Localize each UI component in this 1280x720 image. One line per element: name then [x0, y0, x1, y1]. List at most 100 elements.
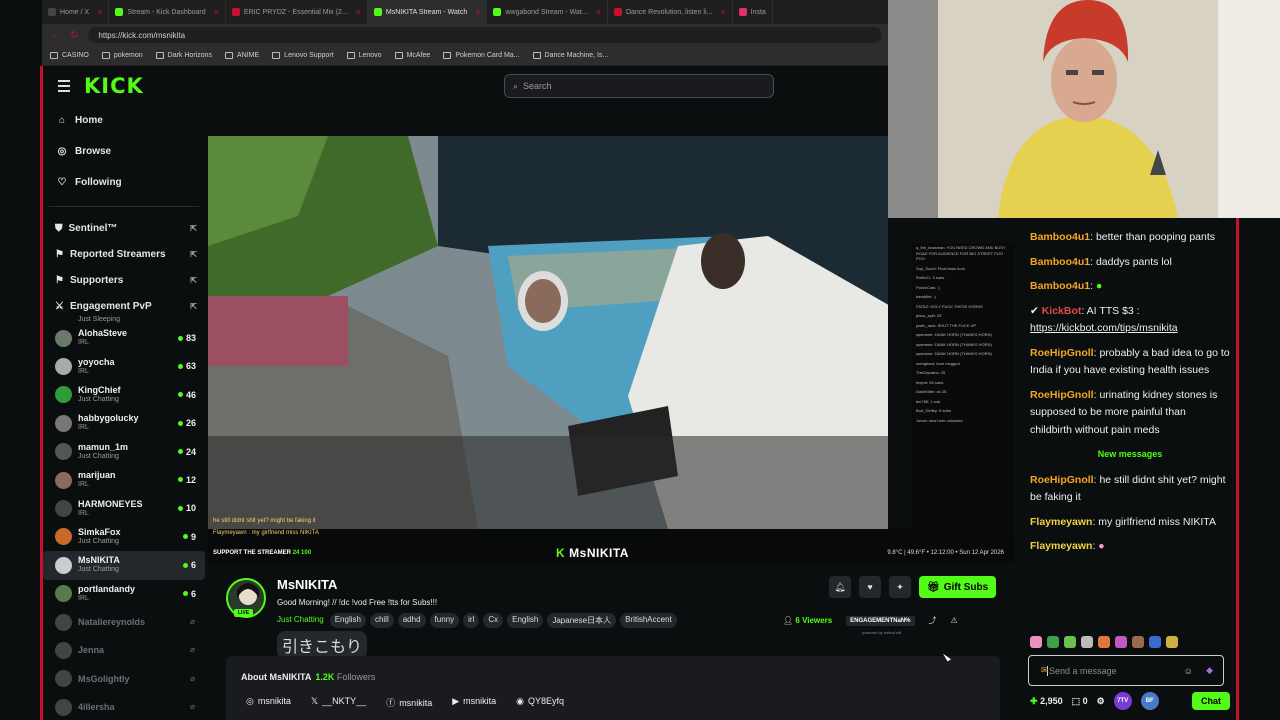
sidebar-section[interactable]: ⚑ Supporters ⇱	[43, 267, 205, 293]
sidebar-streamer[interactable]: Nataliereynolds ⌀	[43, 608, 205, 636]
kick-emote-icon[interactable]: ◆	[1206, 665, 1213, 676]
reload-icon[interactable]: ↻	[70, 30, 78, 41]
stream-tag[interactable]: chill	[369, 613, 394, 628]
close-icon[interactable]: ×	[720, 7, 725, 17]
sidebar-streamer[interactable]: KingChief Just Chatting 46	[43, 381, 205, 409]
sidebar-section[interactable]: ⚑ Reported Streamers ⇱	[43, 241, 205, 267]
social-link[interactable]: ◎ msnikita	[246, 696, 291, 709]
chat-username[interactable]: KickBot	[1042, 305, 1082, 317]
chat-username[interactable]: Flaymeyawn	[1030, 540, 1092, 552]
gear-icon[interactable]: ⚙	[1097, 696, 1105, 707]
close-icon[interactable]: ×	[596, 7, 601, 17]
external-link-icon[interactable]: ⇱	[190, 276, 197, 285]
bf-icon[interactable]: BF	[1140, 692, 1159, 710]
search-input[interactable]: ⌕ Search	[504, 74, 774, 98]
social-link[interactable]: ⓕ msnikita	[386, 696, 432, 709]
address-field[interactable]: https://kick.com/msnikita	[88, 27, 882, 43]
heart-icon[interactable]: ♥	[859, 576, 881, 598]
category-link[interactable]: Just Chatting	[277, 613, 324, 628]
social-link[interactable]: ◉ QY8Eyfq	[516, 696, 564, 709]
sidebar-streamer[interactable]: AlohaSteve IRL 83	[43, 324, 205, 352]
bell-icon[interactable]: 🔔︎	[829, 576, 851, 598]
browser-tab[interactable]: Home / X ×	[42, 0, 110, 24]
sparkle-icon[interactable]: ✦	[889, 576, 911, 598]
stream-tag[interactable]: BritishAccent	[620, 613, 677, 628]
7tv-icon[interactable]: 7TV	[1113, 692, 1132, 710]
channel-name[interactable]: MsNIKITA	[277, 577, 337, 592]
stream-tag[interactable]: Cx	[483, 613, 504, 628]
browser-tab[interactable]: wwgabond Stream - Wat... ×	[487, 0, 608, 24]
browser-tab[interactable]: MsNIKITA Stream - Watch ×	[367, 0, 488, 24]
social-link[interactable]: ▶ msnikita	[452, 696, 496, 709]
browser-tab[interactable]: ERIC PRYDZ - Essential Mix (2... ×	[226, 0, 368, 24]
sidebar-streamer[interactable]: Jenna ⌀	[43, 636, 205, 664]
bookmark-item[interactable]: Dark Horizons	[155, 52, 212, 59]
tag-extra[interactable]: 引きこもり	[277, 631, 368, 659]
external-link-icon[interactable]: ⇱	[190, 302, 197, 311]
emote-icon[interactable]	[1098, 636, 1110, 648]
emoji-picker-icon[interactable]: ✉	[1041, 665, 1049, 676]
kick-logo[interactable]: KICK	[84, 74, 144, 98]
emote-icon[interactable]	[1064, 636, 1076, 648]
bookmark-item[interactable]: CASINO	[50, 52, 89, 59]
sidebar-streamer[interactable]: mamun_1m Just Chatting 24	[43, 438, 205, 466]
close-icon[interactable]: ×	[475, 7, 480, 17]
close-icon[interactable]: ×	[356, 7, 361, 17]
bookmark-item[interactable]: ANIME	[225, 52, 259, 59]
chat-username[interactable]: Bamboo4u1	[1030, 231, 1090, 243]
bookmark-item[interactable]: Lenovo	[346, 52, 382, 59]
sidebar-streamer[interactable]: habbygolucky IRL 26	[43, 409, 205, 437]
bookmark-item[interactable]: McAfee	[394, 52, 430, 59]
sidebar-streamer[interactable]: MsNIKITA Just Chatting 6	[43, 551, 205, 580]
browser-tab[interactable]: Insta	[733, 0, 773, 24]
close-icon[interactable]: ×	[214, 7, 219, 17]
sidebar-streamer[interactable]: marijuan IRL 12	[43, 466, 205, 494]
gift-subs-button[interactable]: 🎁︎ Gift Subs	[919, 576, 997, 598]
sidebar-streamer[interactable]: 4illersha ⌀	[43, 693, 205, 720]
send-chat-button[interactable]: Chat	[1192, 692, 1230, 710]
chat-username[interactable]: Flaymeyawn	[1030, 516, 1092, 528]
new-messages-divider[interactable]: New messages	[1030, 446, 1230, 464]
chat-username[interactable]: RoeHipGnoll	[1030, 347, 1094, 359]
chat-message-input[interactable]: ✉ Send a message ☺ ◆	[1028, 655, 1224, 686]
chat-username[interactable]: RoeHipGnoll	[1030, 389, 1094, 401]
chat-username[interactable]: Bamboo4u1	[1030, 280, 1090, 292]
emote-icon[interactable]	[1030, 636, 1042, 648]
drops-count[interactable]: ⬚ 0	[1072, 696, 1088, 707]
chat-username[interactable]: Bamboo4u1	[1030, 256, 1090, 268]
close-icon[interactable]: ×	[97, 7, 102, 17]
back-icon[interactable]: ←	[50, 30, 60, 41]
bookmark-item[interactable]: Pokemon Card Ma...	[443, 52, 520, 59]
emote-icon[interactable]	[1047, 636, 1059, 648]
browser-tab[interactable]: Stream - Kick Dashboard ×	[109, 0, 226, 24]
sidebar-nav-following[interactable]: ♡ Following	[43, 167, 205, 198]
emote-icon[interactable]	[1166, 636, 1178, 648]
emote-icon[interactable]	[1081, 636, 1093, 648]
stream-tag[interactable]: English	[507, 613, 544, 628]
chat-link[interactable]: https://kickbot.com/tips/msnikita	[1030, 322, 1178, 334]
bookmark-item[interactable]: Lenovo Support	[272, 52, 334, 59]
emote-icon[interactable]	[1115, 636, 1127, 648]
sidebar-streamer[interactable]: SimkaFox Just Chatting 9	[43, 523, 205, 551]
stream-tag[interactable]: funny	[429, 613, 460, 628]
sidebar-section[interactable]: ⛊ Sentinel™ ⇱	[43, 215, 205, 241]
sidebar-nav-home[interactable]: ⌂ Home	[43, 105, 205, 136]
sidebar-streamer[interactable]: yoyocha IRL 63	[43, 352, 205, 380]
browser-tab[interactable]: Dance Revolution, listen li... ×	[608, 0, 733, 24]
external-link-icon[interactable]: ⇱	[190, 224, 197, 233]
stream-tag[interactable]: irl	[463, 613, 480, 628]
sidebar-section[interactable]: ⚔ Engagement PvP ⇱	[43, 293, 205, 319]
social-link[interactable]: 𝕏 __NKTY__	[311, 696, 366, 709]
stream-tag[interactable]: adhd	[397, 613, 426, 628]
stream-tag[interactable]: Japanese日本人	[547, 613, 617, 628]
emote-picker-icon[interactable]: ☺	[1184, 666, 1193, 676]
sidebar-streamer[interactable]: MsGolightly ⌀	[43, 665, 205, 693]
report-icon[interactable]: ⚠	[951, 616, 958, 625]
sidebar-streamer[interactable]: HARMONEYES IRL 10	[43, 494, 205, 522]
bookmark-item[interactable]: Dance Machine, Is...	[532, 52, 608, 59]
menu-icon[interactable]	[58, 80, 70, 92]
emote-icon[interactable]	[1132, 636, 1144, 648]
video-player[interactable]: he still didnt shit yet? might be faking…	[208, 136, 888, 529]
emote-icon[interactable]	[1149, 636, 1161, 648]
share-icon[interactable]: ⤴	[929, 615, 937, 626]
